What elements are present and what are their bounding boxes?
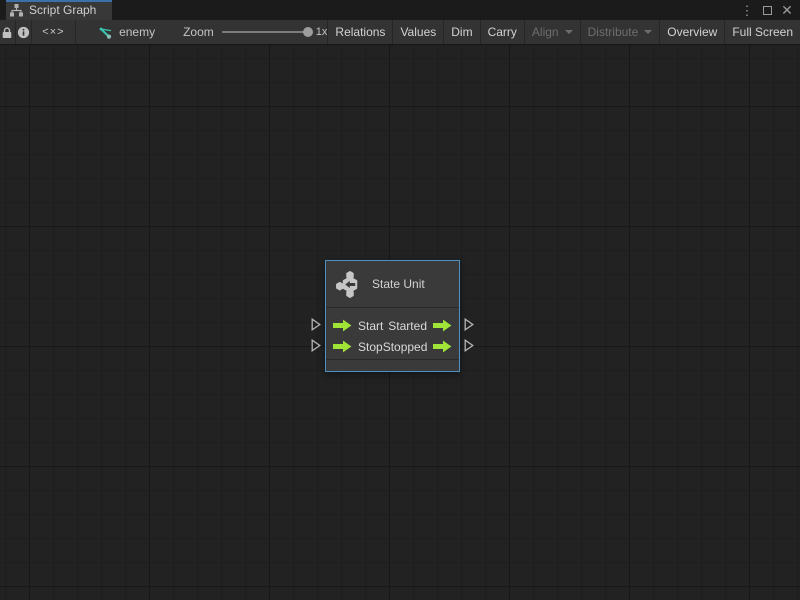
close-icon[interactable]: ✕ xyxy=(780,3,794,17)
lock-button[interactable] xyxy=(0,20,16,44)
input-port-start[interactable]: Start xyxy=(333,319,383,333)
full-screen-label: Full Screen xyxy=(732,25,794,39)
input-port-connector-start[interactable] xyxy=(311,318,321,331)
node-title: State Unit xyxy=(372,277,425,291)
carry-label: Carry xyxy=(487,25,517,39)
zoom-slider[interactable] xyxy=(221,27,313,37)
chevron-down-icon xyxy=(644,30,653,34)
port-label: Stop xyxy=(358,339,383,354)
zoom-control: Zoom 1x xyxy=(183,20,327,44)
distribute-dropdown[interactable]: Distribute xyxy=(579,20,660,44)
tab-label: Script Graph xyxy=(29,3,97,17)
port-row: Start Started xyxy=(333,315,452,336)
port-row: Stop Stopped xyxy=(333,336,452,357)
graph-toolbar: <×> enemy Zoom 1x Relations Values Dim C… xyxy=(0,20,800,45)
breadcrumb[interactable]: enemy xyxy=(88,20,165,44)
dim-button[interactable]: Dim xyxy=(443,20,479,44)
flow-arrow-icon xyxy=(333,340,352,353)
flow-arrow-icon xyxy=(433,340,452,353)
align-label: Align xyxy=(531,25,559,39)
info-button[interactable] xyxy=(16,20,32,44)
input-port-connector-stop[interactable] xyxy=(311,339,321,352)
window-controls: ⋮ ✕ xyxy=(740,0,800,20)
flow-arrow-icon xyxy=(433,319,452,332)
port-label: Started xyxy=(388,318,427,333)
code-view-toggle[interactable]: <×> xyxy=(32,20,77,44)
chevron-down-icon xyxy=(564,30,573,34)
distribute-label: Distribute xyxy=(587,25,639,39)
port-label: Stopped xyxy=(382,339,428,354)
zoom-label: Zoom xyxy=(183,25,214,39)
relations-button[interactable]: Relations xyxy=(327,20,392,44)
carry-button[interactable]: Carry xyxy=(479,20,524,44)
node-header[interactable]: State Unit xyxy=(326,261,459,307)
window-menu-icon[interactable]: ⋮ xyxy=(740,3,754,17)
tab-bar: Script Graph ⋮ ✕ xyxy=(0,0,800,20)
output-port-connector-stopped[interactable] xyxy=(464,339,474,352)
node-ports: Start Started Stop Stopped xyxy=(326,307,459,359)
output-port-connector-started[interactable] xyxy=(464,318,474,331)
breadcrumb-label: enemy xyxy=(119,25,156,39)
dim-label: Dim xyxy=(451,25,473,39)
output-port-started[interactable]: Started xyxy=(388,319,452,333)
code-view-label: <×> xyxy=(42,26,65,38)
graph-canvas[interactable]: State Unit Start Started Stop Stopped xyxy=(0,45,800,600)
state-unit-node[interactable]: State Unit Start Started Stop Stopped xyxy=(325,260,460,372)
script-graph-window: Script Graph ⋮ ✕ <×> enemy Zoom 1x Relat… xyxy=(0,0,800,600)
input-port-stop[interactable]: Stop xyxy=(333,340,383,354)
maximize-icon[interactable] xyxy=(760,3,774,17)
overview-button[interactable]: Overview xyxy=(659,20,724,44)
zoom-value: 1x xyxy=(315,26,328,38)
info-icon xyxy=(17,26,29,38)
align-dropdown[interactable]: Align xyxy=(523,20,580,44)
output-port-stopped[interactable]: Stopped xyxy=(383,340,453,354)
lock-icon xyxy=(3,26,12,38)
state-machine-icon xyxy=(336,270,358,298)
full-screen-button[interactable]: Full Screen xyxy=(724,20,800,44)
graph-breadcrumb-icon xyxy=(99,27,112,39)
values-label: Values xyxy=(400,25,437,39)
zoom-slider-handle[interactable] xyxy=(302,27,313,37)
values-button[interactable]: Values xyxy=(392,20,443,44)
toolbar-buttons: Relations Values Dim Carry Align Distrib… xyxy=(327,20,800,44)
tab-script-graph[interactable]: Script Graph xyxy=(6,0,112,20)
node-footer xyxy=(326,359,459,371)
state-unit-node-wrapper: State Unit Start Started Stop Stopped xyxy=(311,260,474,372)
flow-arrow-icon xyxy=(333,319,352,332)
port-label: Start xyxy=(358,318,384,333)
graph-tree-icon xyxy=(10,3,23,16)
relations-label: Relations xyxy=(335,25,386,39)
overview-label: Overview xyxy=(667,25,718,39)
